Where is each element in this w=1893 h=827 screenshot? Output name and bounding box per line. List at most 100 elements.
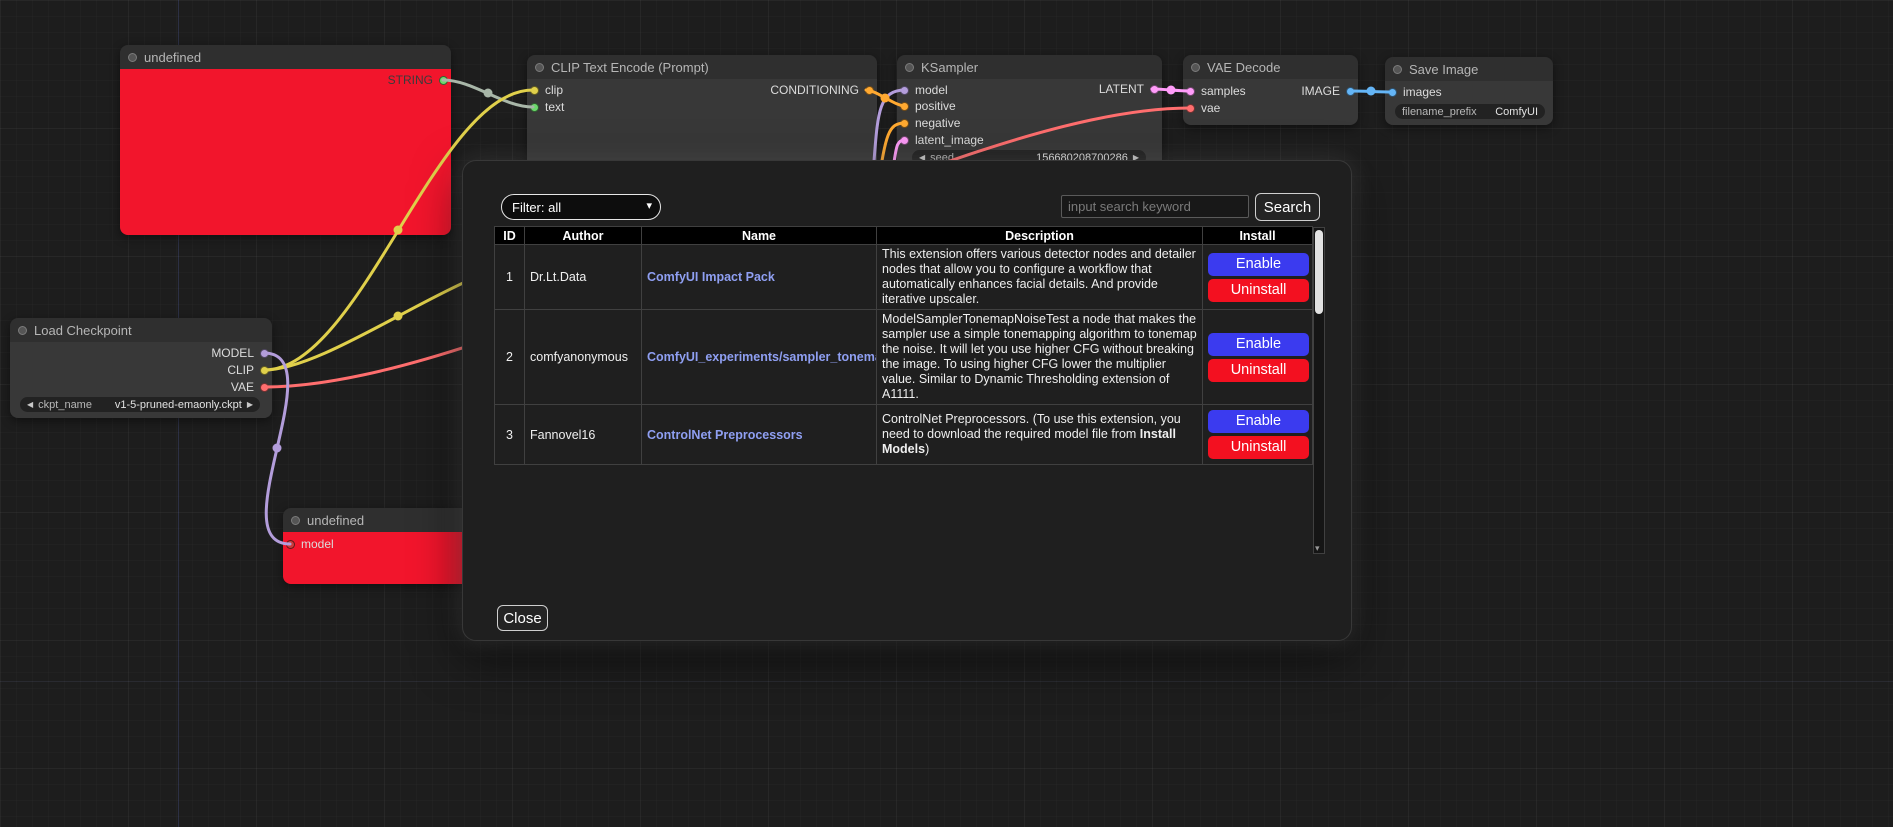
- node-ksampler[interactable]: KSampler model positive negative latent_…: [897, 55, 1162, 175]
- node-header[interactable]: VAE Decode: [1183, 55, 1358, 79]
- input-port-positive[interactable]: positive: [900, 99, 956, 113]
- filter-dropdown-wrap: Filter: all ▾: [501, 194, 661, 220]
- widget-value: ComfyUI: [1495, 106, 1538, 118]
- port-dot[interactable]: [1346, 87, 1355, 96]
- port-dot[interactable]: [1388, 88, 1397, 97]
- input-port-latent-image[interactable]: latent_image: [900, 133, 984, 147]
- scroll-down-icon[interactable]: ▾: [1315, 543, 1320, 554]
- output-port-latent[interactable]: LATENT: [1099, 82, 1159, 96]
- port-dot[interactable]: [530, 103, 539, 112]
- output-port-model[interactable]: MODEL: [211, 346, 269, 360]
- node-error-body: [120, 69, 451, 235]
- port-label: CONDITIONING: [770, 83, 859, 97]
- search-button[interactable]: Search: [1255, 193, 1320, 221]
- node-header[interactable]: KSampler: [897, 55, 1162, 79]
- node-header[interactable]: undefined: [120, 45, 451, 69]
- custom-nodes-manager-dialog: Filter: all ▾ Search ID Author Name Desc…: [462, 160, 1352, 641]
- table-row: 1 Dr.Lt.Data ComfyUI Impact Pack This ex…: [495, 245, 1313, 310]
- node-save-image[interactable]: Save Image images filename_prefix ComfyU…: [1385, 57, 1553, 125]
- input-port-text[interactable]: text: [530, 100, 564, 114]
- column-header-install: Install: [1203, 227, 1313, 245]
- cell-install: Enable Uninstall: [1203, 405, 1313, 465]
- scrollbar-thumb[interactable]: [1315, 230, 1323, 314]
- cell-id: 1: [495, 245, 525, 310]
- cell-name: ComfyUI Impact Pack: [642, 245, 877, 310]
- node-title: Load Checkpoint: [34, 323, 132, 338]
- node-collapse-dot-icon[interactable]: [535, 63, 544, 72]
- enable-button[interactable]: Enable: [1208, 253, 1309, 276]
- scrollbar[interactable]: ▾: [1313, 227, 1325, 554]
- decrement-arrow-icon[interactable]: ◀: [27, 400, 33, 409]
- extension-link[interactable]: ComfyUI Impact Pack: [647, 270, 775, 284]
- link-midpoint-dot: [881, 94, 890, 103]
- node-clip-text-encode[interactable]: CLIP Text Encode (Prompt) clip text COND…: [527, 55, 877, 175]
- close-button[interactable]: Close: [497, 605, 548, 631]
- port-dot[interactable]: [1186, 104, 1195, 113]
- port-dot[interactable]: [286, 540, 295, 549]
- port-dot[interactable]: [530, 86, 539, 95]
- extension-link[interactable]: ControlNet Preprocessors: [647, 428, 803, 442]
- uninstall-button[interactable]: Uninstall: [1208, 436, 1309, 459]
- port-dot[interactable]: [260, 383, 269, 392]
- ckpt-name-widget[interactable]: ◀ ckpt_name v1-5-pruned-emaonly.ckpt ▶: [20, 397, 260, 412]
- output-port-vae[interactable]: VAE: [231, 380, 269, 394]
- port-dot[interactable]: [439, 76, 448, 85]
- port-dot[interactable]: [900, 102, 909, 111]
- enable-button[interactable]: Enable: [1208, 333, 1309, 356]
- node-header[interactable]: CLIP Text Encode (Prompt): [527, 55, 877, 79]
- node-undefined-top[interactable]: undefined STRING: [120, 45, 451, 235]
- input-port-clip[interactable]: clip: [530, 83, 563, 97]
- input-port-model[interactable]: model: [900, 83, 948, 97]
- port-label: VAE: [231, 380, 254, 394]
- cell-description: ControlNet Preprocessors. (To use this e…: [877, 405, 1203, 465]
- port-label: samples: [1201, 84, 1246, 98]
- node-collapse-dot-icon[interactable]: [905, 63, 914, 72]
- filter-dropdown[interactable]: Filter: all: [501, 194, 661, 220]
- column-header-id: ID: [495, 227, 525, 245]
- node-collapse-dot-icon[interactable]: [18, 326, 27, 335]
- port-dot[interactable]: [900, 86, 909, 95]
- port-label: STRING: [388, 73, 433, 87]
- input-port-vae[interactable]: vae: [1186, 101, 1220, 115]
- comfyui-canvas[interactable]: undefined STRING CLIP Text Encode (Promp…: [0, 0, 1893, 827]
- input-port-images[interactable]: images: [1388, 85, 1442, 99]
- node-title: CLIP Text Encode (Prompt): [551, 60, 709, 75]
- uninstall-button[interactable]: Uninstall: [1208, 279, 1309, 302]
- port-dot[interactable]: [900, 136, 909, 145]
- port-dot[interactable]: [1150, 85, 1159, 94]
- port-dot[interactable]: [865, 86, 874, 95]
- filename-prefix-widget[interactable]: filename_prefix ComfyUI: [1395, 104, 1545, 119]
- port-label: model: [301, 537, 334, 551]
- widget-value: v1-5-pruned-emaonly.ckpt: [115, 399, 242, 411]
- node-vae-decode[interactable]: VAE Decode samples vae IMAGE: [1183, 55, 1358, 125]
- node-title: Save Image: [1409, 62, 1478, 77]
- search-input[interactable]: [1061, 195, 1249, 218]
- output-port-conditioning[interactable]: CONDITIONING: [770, 83, 874, 97]
- cell-install: Enable Uninstall: [1203, 310, 1313, 405]
- node-header[interactable]: Save Image: [1385, 57, 1553, 81]
- column-header-description: Description: [877, 227, 1203, 245]
- port-label: clip: [545, 83, 563, 97]
- node-load-checkpoint[interactable]: Load Checkpoint MODEL CLIP VAE ◀ ckpt_na…: [10, 318, 272, 418]
- port-dot[interactable]: [900, 119, 909, 128]
- enable-button[interactable]: Enable: [1208, 410, 1309, 433]
- output-port-string[interactable]: STRING: [388, 73, 448, 87]
- node-collapse-dot-icon[interactable]: [1393, 65, 1402, 74]
- input-port-model[interactable]: model: [286, 537, 334, 551]
- input-port-negative[interactable]: negative: [900, 116, 960, 130]
- port-dot[interactable]: [1186, 87, 1195, 96]
- node-title: undefined: [307, 513, 364, 528]
- input-port-samples[interactable]: samples: [1186, 84, 1246, 98]
- node-header[interactable]: Load Checkpoint: [10, 318, 272, 342]
- port-dot[interactable]: [260, 349, 269, 358]
- output-port-clip[interactable]: CLIP: [227, 363, 269, 377]
- node-collapse-dot-icon[interactable]: [128, 53, 137, 62]
- port-dot[interactable]: [260, 366, 269, 375]
- increment-arrow-icon[interactable]: ▶: [247, 400, 253, 409]
- output-port-image[interactable]: IMAGE: [1301, 84, 1355, 98]
- extension-link[interactable]: ComfyUI_experiments/sampler_tonemap: [647, 350, 877, 364]
- node-collapse-dot-icon[interactable]: [1191, 63, 1200, 72]
- widget-label: filename_prefix: [1402, 106, 1477, 118]
- uninstall-button[interactable]: Uninstall: [1208, 359, 1309, 382]
- node-collapse-dot-icon[interactable]: [291, 516, 300, 525]
